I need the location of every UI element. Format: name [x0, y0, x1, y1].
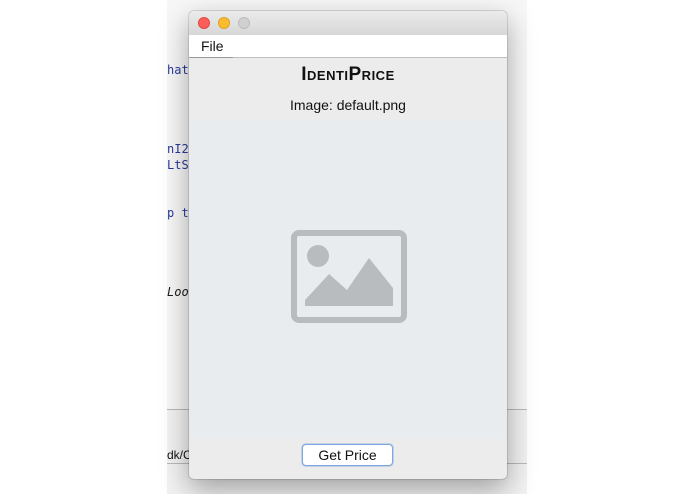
image-placeholder-icon — [291, 230, 407, 323]
zoom-dot-icon[interactable] — [238, 17, 250, 29]
image-filename-label: Image: default.png — [290, 97, 406, 113]
minimize-dot-icon[interactable] — [218, 17, 230, 29]
code-fragment: p t — [167, 206, 189, 220]
code-fragment: hat — [167, 63, 189, 77]
code-fragment: Loo — [167, 285, 189, 299]
identiprice-window: File IdentiPrice Image: default.png Get … — [189, 11, 507, 479]
image-preview-area — [189, 120, 507, 438]
path-fragment: dk/C — [167, 448, 192, 462]
title-bar[interactable] — [189, 11, 507, 36]
app-title: IdentiPrice — [301, 64, 395, 85]
menu-bar: File — [189, 35, 507, 58]
close-dot-icon[interactable] — [198, 17, 210, 29]
get-price-button[interactable]: Get Price — [302, 444, 393, 466]
code-fragment: nI2 — [167, 142, 189, 156]
code-fragment: LtS — [167, 158, 189, 172]
menu-file[interactable]: File — [199, 38, 226, 54]
menu-selection-underline — [189, 57, 233, 58]
desktop: hat nI2 LtS p t Loo dk/C File IdentiPric… — [0, 0, 695, 494]
